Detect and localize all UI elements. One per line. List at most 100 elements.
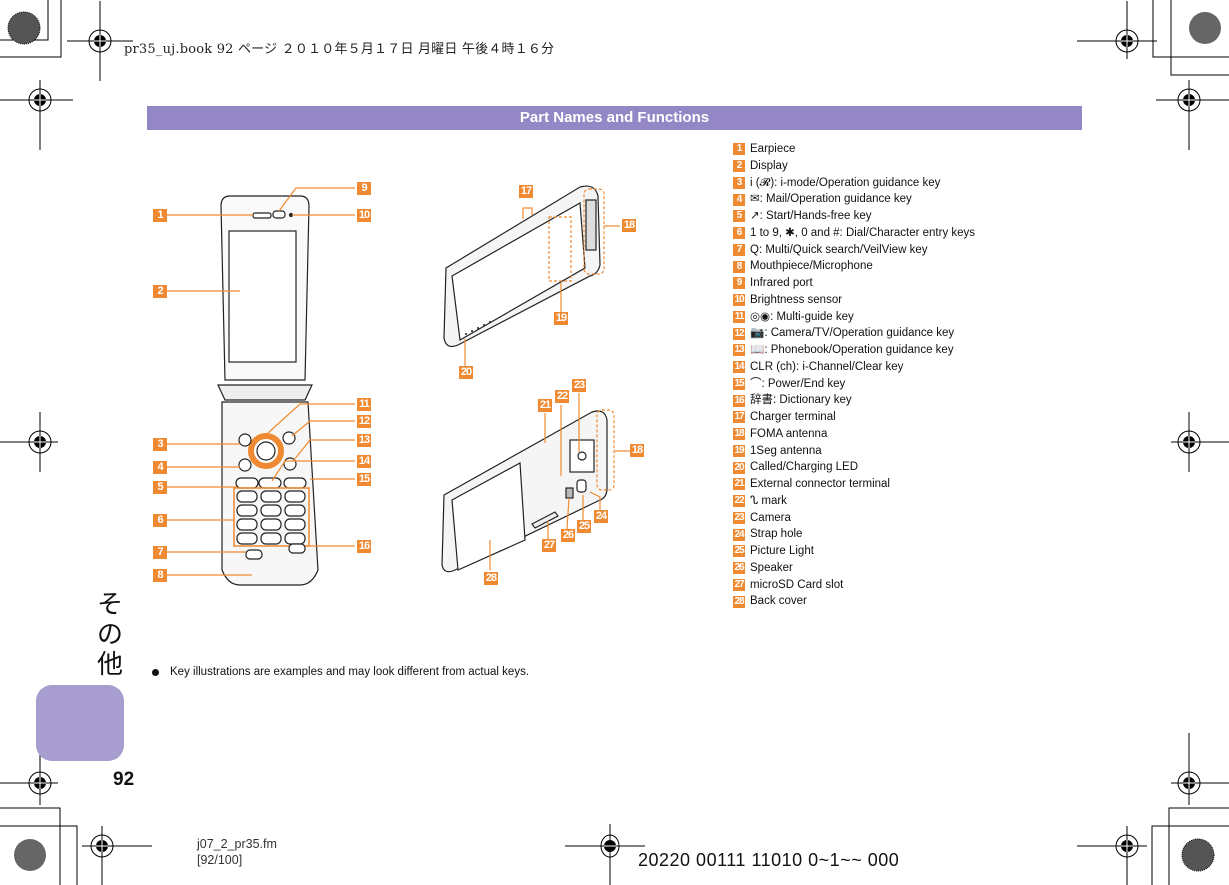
bullet-icon: [152, 668, 159, 676]
item-label: ◎◉: Multi-guide key: [750, 310, 854, 323]
callout-6: 6: [153, 514, 167, 527]
item-label: ↗: Start/Hands-free key: [750, 210, 872, 222]
item-label: Mouthpiece/Microphone: [750, 260, 873, 273]
item-label: Q: Multi/Quick search/VeilView key: [750, 243, 928, 256]
page-number: 92: [113, 769, 135, 790]
callout-21: 21: [538, 399, 552, 412]
callout-3: 3: [153, 438, 167, 451]
item-number-badge: 11: [733, 310, 745, 323]
item-label: FOMA antenna: [750, 427, 828, 440]
item-number-badge: 2: [733, 160, 745, 173]
callout-5: 5: [153, 481, 167, 494]
callout-24: 24: [594, 510, 608, 523]
callout-22: 22: [555, 390, 569, 403]
callout-17: 17: [519, 185, 533, 198]
item-number-badge: 7: [733, 243, 745, 256]
item-label: External connector terminal: [750, 478, 890, 490]
list-item: 21 External connector terminal: [733, 476, 975, 493]
item-number-badge: 27: [733, 578, 745, 591]
item-number-badge: 28: [733, 595, 745, 608]
item-number-badge: 21: [733, 478, 745, 491]
list-item: 4 ✉: Mail/Operation guidance key: [733, 191, 975, 208]
item-number-badge: 12: [733, 327, 745, 340]
print-header-meta: pr35_uj.book 92 ページ ２０１０年５月１７日 月曜日 午後４時１…: [124, 42, 555, 57]
callout-8: 8: [153, 569, 167, 582]
phone-front-illustration: [217, 195, 319, 586]
item-label: Strap hole: [750, 528, 803, 541]
callout-16: 16: [357, 540, 371, 553]
list-item: 20 Called/Charging LED: [733, 459, 975, 476]
list-item: 3 i (𝓡): i-mode/Operation guidance key: [733, 175, 975, 192]
item-label: 1Seg antenna: [750, 444, 822, 457]
callout-4: 4: [153, 461, 167, 474]
item-label: Picture Light: [750, 545, 814, 557]
item-label: 📷: Camera/TV/Operation guidance key: [750, 327, 955, 340]
callout-11: 11: [357, 398, 371, 411]
side-tab-char: の: [96, 620, 123, 650]
list-item: 11 ◎◉: Multi-guide key: [733, 309, 975, 326]
item-label: 📖: Phonebook/Operation guidance key: [750, 344, 954, 356]
list-item: 5 ↗: Start/Hands-free key: [733, 208, 975, 225]
note-text: Key illustrations are examples and may l…: [170, 666, 530, 678]
list-item: 28 Back cover: [733, 593, 975, 610]
parts-list: 1 Earpiece 2 Display 3 i (𝓡): i-mode/Operat…: [733, 141, 975, 610]
item-number-badge: 18: [733, 428, 745, 441]
list-item: 7 Q: Multi/Quick search/VeilView key: [733, 242, 975, 259]
item-number-badge: 1: [733, 143, 745, 156]
list-item: 8 Mouthpiece/Microphone: [733, 258, 975, 275]
item-number-badge: 8: [733, 260, 745, 273]
footer-file-info: j07_2_pr35.fm [92/100]: [197, 836, 277, 868]
phone-back-illustration: [441, 410, 608, 573]
list-item: 18 FOMA antenna: [733, 426, 975, 443]
list-item: 13 📖: Phonebook/Operation guidance key: [733, 342, 975, 359]
item-label: CLR (ch): i-Channel/Clear key: [750, 360, 904, 373]
item-label: Back cover: [750, 595, 807, 608]
list-item: 27 microSD Card slot: [733, 577, 975, 594]
callout-20: 20: [459, 366, 473, 379]
item-number-badge: 26: [733, 562, 745, 575]
item-number-badge: 23: [733, 511, 745, 524]
item-label: i (𝓡): i-mode/Operation guidance key: [750, 176, 941, 189]
item-number-badge: 19: [733, 444, 745, 457]
item-label: ✉: Mail/Operation guidance key: [750, 193, 912, 206]
callout-19: 19: [554, 312, 568, 325]
item-label: Infrared port: [750, 277, 813, 289]
callout-10: 10: [357, 209, 371, 222]
callout-9: 9: [357, 182, 371, 195]
list-item: 1 Earpiece: [733, 141, 975, 158]
list-item: 23 Camera: [733, 510, 975, 527]
list-item: 6 1 to 9, ✱, 0 and #: Dial/Character entr…: [733, 225, 975, 242]
footer-filename: j07_2_pr35.fm: [197, 837, 277, 851]
item-label: Speaker: [750, 561, 793, 574]
item-number-badge: 22: [733, 495, 745, 508]
callout-7: 7: [153, 546, 167, 559]
list-item: 26 Speaker: [733, 560, 975, 577]
item-number-badge: 3: [733, 176, 745, 189]
callout-18-back: 18: [630, 444, 644, 457]
item-label: Brightness sensor: [750, 293, 843, 306]
item-number-badge: 10: [733, 294, 745, 307]
item-label: microSD Card slot: [750, 578, 844, 591]
item-label: 辞書: Dictionary key: [750, 394, 852, 407]
item-number-badge: 9: [733, 277, 745, 290]
item-number-badge: 4: [733, 193, 745, 206]
list-item: 19 1Seg antenna: [733, 443, 975, 460]
item-number-badge: 14: [733, 361, 745, 374]
item-number-badge: 6: [733, 227, 745, 240]
list-item: 16 辞書: Dictionary key: [733, 392, 975, 409]
note: Key illustrations are examples and may l…: [152, 666, 529, 678]
item-number-badge: 20: [733, 461, 745, 474]
item-number-badge: 5: [733, 210, 745, 223]
item-label: ⌒: Power/End key: [750, 377, 846, 390]
item-label: Called/Charging LED: [750, 461, 859, 474]
callout-26: 26: [561, 529, 575, 542]
callout-27: 27: [542, 539, 556, 552]
chapter-tab: [36, 685, 124, 761]
item-label: ᔐ mark: [750, 494, 787, 507]
list-item: 24 Strap hole: [733, 526, 975, 543]
item-label: Display: [750, 159, 788, 172]
side-tab-char: そ: [96, 590, 123, 620]
registration-marks: [0, 0, 1229, 885]
list-item: 9 Infrared port: [733, 275, 975, 292]
section-title-banner: Part Names and Functions: [147, 106, 1082, 130]
